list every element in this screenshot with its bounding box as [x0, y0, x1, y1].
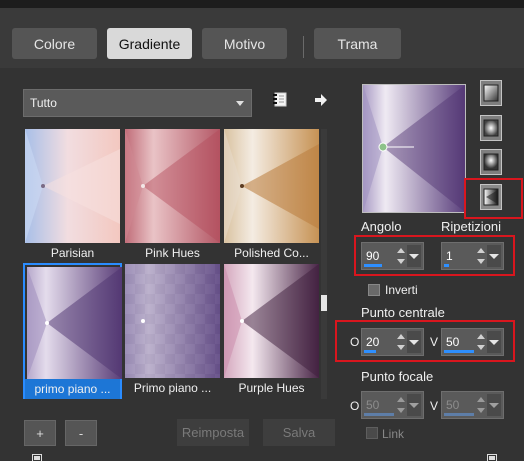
invert-label: Inverti — [385, 283, 418, 297]
gradient-preview-image — [125, 129, 220, 243]
focal-v-slider-fill — [444, 413, 474, 416]
chevron-down-icon — [236, 101, 244, 106]
reset-button[interactable]: Reimposta — [177, 419, 249, 446]
gradient-swatch-polished-copper[interactable]: Polished Co... — [224, 129, 319, 260]
tab-separator — [303, 36, 304, 58]
add-preset-button[interactable]: + — [24, 420, 56, 446]
tab-gradiente[interactable]: Gradiente — [107, 28, 192, 59]
library-scrollbar[interactable] — [321, 129, 327, 399]
focal-point-label: Punto focale — [361, 369, 434, 384]
tab-colore[interactable]: Colore — [12, 28, 97, 59]
focal-v-label: V — [430, 399, 439, 413]
angle-label: Angolo — [361, 219, 402, 234]
tab-bar: Colore Gradiente Motivo Trama — [0, 8, 524, 68]
focal-h-spinbox[interactable]: 50 — [361, 391, 424, 419]
library-menu-icon[interactable] — [270, 90, 290, 108]
gradient-preview-image — [125, 264, 220, 378]
resize-grip-icon[interactable] — [487, 452, 497, 461]
gradient-editor-preview[interactable] — [362, 84, 466, 213]
focal-h-value: 50 — [366, 398, 380, 412]
center-point-label: Punto centrale — [361, 305, 445, 320]
gradient-swatch-purple-hues[interactable]: Purple Hues — [224, 264, 319, 395]
radial-style-button[interactable] — [480, 149, 502, 175]
gradient-swatch-primo-piano-selected[interactable]: primo piano ... — [23, 263, 122, 399]
focal-v-spinbox[interactable]: 50 — [441, 391, 504, 419]
swatch-label: Polished Co... — [234, 246, 309, 260]
swatch-label: Primo piano ... — [133, 381, 212, 395]
chevron-down-icon[interactable] — [487, 394, 501, 416]
gradient-preview-image — [27, 267, 122, 379]
spin-arrows-icon[interactable] — [396, 394, 406, 416]
highlight-box-angle — [354, 235, 515, 276]
highlight-box-style — [464, 178, 523, 219]
swatch-label: Pink Hues — [145, 246, 200, 260]
gradient-preview-image — [224, 129, 319, 243]
repeats-label: Ripetizioni — [441, 219, 501, 234]
chevron-down-icon[interactable] — [407, 394, 421, 416]
save-button[interactable]: Salva — [263, 419, 335, 446]
gradient-swatch-primo-piano-transparent[interactable]: Primo piano ... — [125, 264, 220, 395]
swatch-label: Purple Hues — [238, 381, 305, 395]
gradient-swatch-parisian[interactable]: Parisian — [25, 129, 120, 260]
gradient-swatch-pink-hues[interactable]: Pink Hues — [125, 129, 220, 260]
focal-h-label: O — [350, 399, 360, 413]
highlight-box-center — [335, 320, 515, 362]
category-dropdown-value: Tutto — [30, 96, 57, 110]
gradient-preview-image — [224, 264, 319, 378]
swatch-label: Parisian — [50, 246, 95, 260]
spin-arrows-icon[interactable] — [476, 394, 486, 416]
invert-checkbox[interactable] — [368, 284, 380, 296]
link-label: Link — [382, 427, 405, 441]
gradient-preview-image — [25, 129, 120, 243]
arrow-right-icon[interactable] — [313, 92, 329, 108]
resize-grip-icon[interactable] — [32, 452, 42, 461]
remove-preset-button[interactable]: - — [65, 420, 97, 446]
linear-style-button[interactable] — [480, 80, 502, 106]
window-top-strip — [0, 0, 524, 8]
tab-trama[interactable]: Trama — [314, 28, 401, 59]
link-checkbox[interactable] — [366, 427, 378, 439]
focal-v-value: 50 — [446, 398, 460, 412]
category-dropdown[interactable]: Tutto — [23, 89, 252, 117]
swatch-label: primo piano ... — [25, 379, 120, 399]
rectangular-style-button[interactable] — [480, 115, 502, 141]
tab-motivo[interactable]: Motivo — [202, 28, 287, 59]
focal-h-slider-fill — [364, 413, 394, 416]
